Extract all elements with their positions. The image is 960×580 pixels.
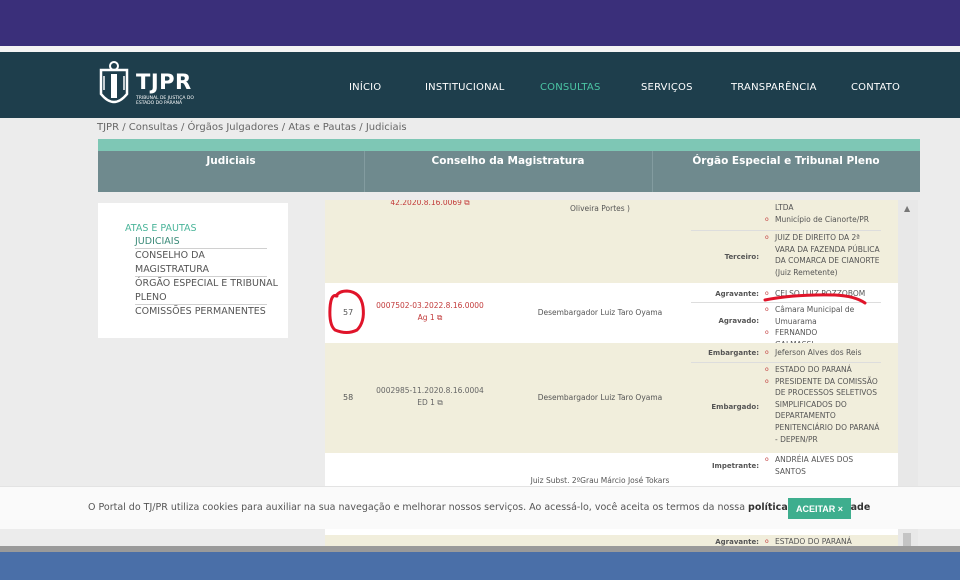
nav-transparencia[interactable]: TRANSPARÊNCIA <box>731 82 817 93</box>
nav-servicos[interactable]: SERVIÇOS <box>641 82 693 93</box>
tab-conselho-magistratura[interactable]: Conselho da Magistratura <box>364 155 652 167</box>
top-band <box>0 0 960 46</box>
scroll-up-arrow-icon[interactable]: ▲ <box>904 204 910 213</box>
tab-judiciais[interactable]: Judiciais <box>98 155 364 167</box>
justice-emblem-icon <box>99 61 129 104</box>
category-tabs: Judiciais Conselho da Magistratura Órgão… <box>98 139 920 192</box>
cookie-banner: O Portal do TJ/PR utiliza cookies para a… <box>0 486 960 529</box>
logo-subtitle: TRIBUNAL DE JUSTIÇA DO ESTADO DO PARANÁ <box>136 96 194 106</box>
tjpr-logo[interactable]: TJPR TRIBUNAL DE JUSTIÇA DO ESTADO DO PA… <box>98 60 208 112</box>
bottom-band <box>0 552 960 580</box>
nav-inicio[interactable]: INÍCIO <box>349 82 381 93</box>
scroll-thumb[interactable] <box>903 533 911 547</box>
side-menu-item-orgao-especial-line2[interactable]: PLENO <box>135 292 167 303</box>
breadcrumb-judiciais: Judiciais <box>365 122 407 133</box>
logo-text: TJPR <box>136 70 192 94</box>
nav-institucional[interactable]: INSTITUCIONAL <box>425 82 505 93</box>
accept-cookies-button[interactable]: ACEITAR × <box>788 498 851 519</box>
breadcrumb: TJPR / Consultas / Órgãos Julgadores / A… <box>97 122 407 133</box>
tabs-accent-bar <box>98 139 920 151</box>
side-menu-item-conselho-line2[interactable]: MAGISTRATURA <box>135 264 209 275</box>
breadcrumb-consultas[interactable]: Consultas <box>129 122 178 133</box>
site-header: TJPR TRIBUNAL DE JUSTIÇA DO ESTADO DO PA… <box>0 52 960 118</box>
cookie-message: O Portal do TJ/PR utiliza cookies para a… <box>88 502 870 513</box>
side-menu: ATAS E PAUTAS JUDICIAIS CONSELHO DA MAGI… <box>98 203 288 338</box>
divider <box>135 248 267 249</box>
nav-contato[interactable]: CONTATO <box>851 82 900 93</box>
side-menu-item-comissoes[interactable]: COMISSÕES PERMANENTES <box>135 306 266 317</box>
side-menu-item-conselho[interactable]: CONSELHO DA <box>135 250 205 261</box>
side-menu-item-orgao-especial[interactable]: ÓRGÃO ESPECIAL E TRIBUNAL <box>135 278 278 289</box>
breadcrumb-atas[interactable]: Atas e Pautas <box>288 122 356 133</box>
breadcrumb-orgaos[interactable]: Órgãos Julgadores <box>188 122 279 133</box>
side-menu-heading: ATAS E PAUTAS <box>125 223 197 234</box>
side-menu-item-judiciais[interactable]: JUDICIAIS <box>135 236 180 247</box>
breadcrumb-tjpr[interactable]: TJPR <box>97 122 119 133</box>
divider <box>135 304 267 305</box>
nav-consultas[interactable]: CONSULTAS <box>540 82 601 93</box>
tab-orgao-especial[interactable]: Órgão Especial e Tribunal Pleno <box>652 155 920 167</box>
divider <box>135 276 267 277</box>
